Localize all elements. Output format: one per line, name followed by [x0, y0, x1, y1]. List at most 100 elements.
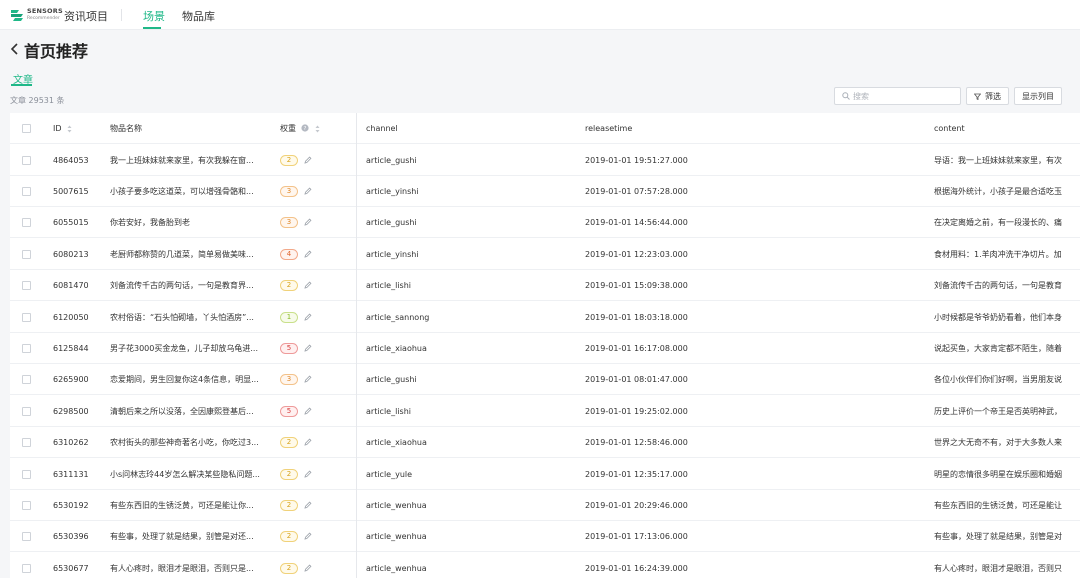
col-weight[interactable]: 权重: [280, 113, 296, 144]
table-row[interactable]: 6125844 男子花3000买金龙鱼，儿子却放乌龟进... 5 article_xi…: [10, 333, 1080, 364]
row-checkbox[interactable]: [22, 501, 31, 510]
help-icon[interactable]: ?: [301, 124, 309, 132]
search-box[interactable]: [834, 87, 961, 105]
table-row[interactable]: 6080213 老厨师都称赞的几道菜，简单易做美味... 4 article_yins…: [10, 239, 1080, 270]
columns-button[interactable]: 显示列目: [1014, 87, 1062, 105]
table-row[interactable]: 6311131 小s问林志玲44岁怎么解决某些隐私问题... 2 article_yu…: [10, 459, 1080, 490]
row-checkbox[interactable]: [22, 438, 31, 447]
row-checkbox[interactable]: [22, 470, 31, 479]
row-checkbox[interactable]: [22, 407, 31, 416]
cell-name[interactable]: 男子花3000买金龙鱼，儿子却放乌龟进...: [110, 333, 270, 364]
cell-content: 刘备流传千古的两句话，一句是教育: [934, 281, 1062, 290]
nav-scenes[interactable]: 场景: [143, 8, 165, 24]
brand-logo-text: SENSORS Recommender: [27, 8, 63, 22]
cell-content: 在决定离婚之前，有一段漫长的、痛: [934, 218, 1062, 227]
table-row[interactable]: 6530192 有些东西旧的生锈泛黄，可还是能让你... 2 article_wenh…: [10, 490, 1080, 521]
cell-content: 有人心疼时，眼泪才是眼泪，否则只: [934, 564, 1062, 573]
table-row[interactable]: 5007615 小孩子要多吃这道菜，可以增强骨骼和... 3 article_yins…: [10, 176, 1080, 207]
cell-id: 6530192: [53, 501, 89, 510]
edit-icon[interactable]: [304, 281, 312, 289]
cell-name[interactable]: 农村街头的那些神奇著名小吃，你吃过3...: [110, 427, 270, 458]
row-checkbox[interactable]: [22, 375, 31, 384]
table-row[interactable]: 6120050 农村俗语：“石头怕砌墙，丫头怕酒房”... 1 article_san…: [10, 302, 1080, 333]
row-checkbox[interactable]: [22, 250, 31, 259]
cell-name[interactable]: 你若安好，我备胎到老: [110, 207, 270, 238]
edit-icon[interactable]: [304, 375, 312, 383]
weight-badge: 2: [280, 563, 298, 574]
weight-badge: 2: [280, 469, 298, 480]
cell-name[interactable]: 刘备流传千古的两句话，一句是教育界...: [110, 270, 270, 301]
weight-badge: 3: [280, 186, 298, 197]
edit-icon[interactable]: [304, 470, 312, 478]
row-checkbox[interactable]: [22, 344, 31, 353]
sort-id-icon[interactable]: [67, 125, 72, 133]
table-row[interactable]: 6055015 你若安好，我备胎到老 3 article_gushi 2019-01-0…: [10, 207, 1080, 238]
row-checkbox[interactable]: [22, 218, 31, 227]
sort-weight-icon[interactable]: [315, 125, 320, 133]
back-arrow-icon[interactable]: [10, 43, 20, 55]
search-input[interactable]: [853, 90, 953, 102]
tab-active-indicator: [11, 84, 32, 86]
cell-channel: article_wenhua: [366, 501, 427, 510]
top-bar: SENSORS Recommender 资讯项目 场景 物品库: [0, 0, 1080, 30]
col-content: content: [934, 124, 965, 133]
edit-icon[interactable]: [304, 250, 312, 258]
edit-icon[interactable]: [304, 187, 312, 195]
edit-icon[interactable]: [304, 156, 312, 164]
cell-channel: article_xiaohua: [366, 344, 427, 353]
filter-button[interactable]: 筛选: [966, 87, 1009, 105]
svg-text:?: ?: [304, 126, 307, 132]
cell-content: 世界之大无奇不有，对于大多数人来: [934, 438, 1062, 447]
cell-releasetime: 2019-01-01 14:56:44.000: [585, 218, 688, 227]
cell-name[interactable]: 农村俗语：“石头怕砌墙，丫头怕酒房”...: [110, 302, 270, 333]
cell-channel: article_lishi: [366, 407, 411, 416]
edit-icon[interactable]: [304, 501, 312, 509]
cell-name[interactable]: 有些事，处理了就是结果，别管是对还...: [110, 521, 270, 552]
weight-badge: 2: [280, 437, 298, 448]
table-row[interactable]: 6530396 有些事，处理了就是结果，别管是对还... 2 article_wenh…: [10, 521, 1080, 552]
table-row[interactable]: 6298500 清朝后来之所以没落，全因康熙登基后... 5 article_lish…: [10, 396, 1080, 427]
edit-icon[interactable]: [304, 313, 312, 321]
cell-name[interactable]: 老厨师都称赞的几道菜，简单易做美味...: [110, 239, 270, 270]
edit-icon[interactable]: [304, 532, 312, 540]
cell-channel: article_yinshi: [366, 250, 419, 259]
cell-id: 6125844: [53, 344, 89, 353]
table-row[interactable]: 6530677 有人心疼时，眼泪才是眼泪，否则只是... 2 article_wenh…: [10, 553, 1080, 578]
brand-line1: SENSORS: [27, 7, 63, 15]
cell-name[interactable]: 小孩子要多吃这道菜，可以增强骨骼和...: [110, 176, 270, 207]
row-checkbox[interactable]: [22, 313, 31, 322]
cell-content: 说起买鱼，大家肯定都不陌生，随着: [934, 344, 1062, 353]
cell-name[interactable]: 清朝后来之所以没落，全因康熙登基后...: [110, 396, 270, 427]
nav-item-library[interactable]: 物品库: [182, 8, 215, 24]
col-id[interactable]: ID: [53, 113, 62, 144]
row-checkbox[interactable]: [22, 532, 31, 541]
cell-id: 6530677: [53, 564, 89, 573]
cell-releasetime: 2019-01-01 16:24:39.000: [585, 564, 688, 573]
row-checkbox[interactable]: [22, 281, 31, 290]
table-row[interactable]: 4864053 我一上班妹妹就来家里，有次我躲在窗... 2 article_gush…: [10, 145, 1080, 176]
edit-icon[interactable]: [304, 438, 312, 446]
cell-name[interactable]: 有些东西旧的生锈泛黄，可还是能让你...: [110, 490, 270, 521]
row-checkbox[interactable]: [22, 156, 31, 165]
project-selector[interactable]: 资讯项目: [64, 8, 108, 24]
edit-icon[interactable]: [304, 218, 312, 226]
cell-name[interactable]: 我一上班妹妹就来家里，有次我躲在窗...: [110, 145, 270, 176]
search-icon: [842, 92, 850, 100]
edit-icon[interactable]: [304, 344, 312, 352]
table-row[interactable]: 6081470 刘备流传千古的两句话，一句是教育界... 2 article_lish…: [10, 270, 1080, 301]
edit-icon[interactable]: [304, 407, 312, 415]
table-row[interactable]: 6265900 恋爱期间，男生回复你这4条信息，明显... 3 article_gus…: [10, 364, 1080, 395]
cell-releasetime: 2019-01-01 18:03:18.000: [585, 313, 688, 322]
cell-name[interactable]: 恋爱期间，男生回复你这4条信息，明显...: [110, 364, 270, 395]
edit-icon[interactable]: [304, 564, 312, 572]
cell-channel: article_xiaohua: [366, 438, 427, 447]
select-all-checkbox[interactable]: [22, 124, 31, 133]
cell-name[interactable]: 有人心疼时，眼泪才是眼泪，否则只是...: [110, 553, 270, 578]
row-checkbox[interactable]: [22, 187, 31, 196]
cell-releasetime: 2019-01-01 07:57:28.000: [585, 187, 688, 196]
row-checkbox[interactable]: [22, 564, 31, 573]
weight-badge: 2: [280, 500, 298, 511]
cell-channel: article_wenhua: [366, 532, 427, 541]
table-row[interactable]: 6310262 农村街头的那些神奇著名小吃，你吃过3... 2 article_xia…: [10, 427, 1080, 458]
cell-name[interactable]: 小s问林志玲44岁怎么解决某些隐私问题...: [110, 459, 270, 490]
